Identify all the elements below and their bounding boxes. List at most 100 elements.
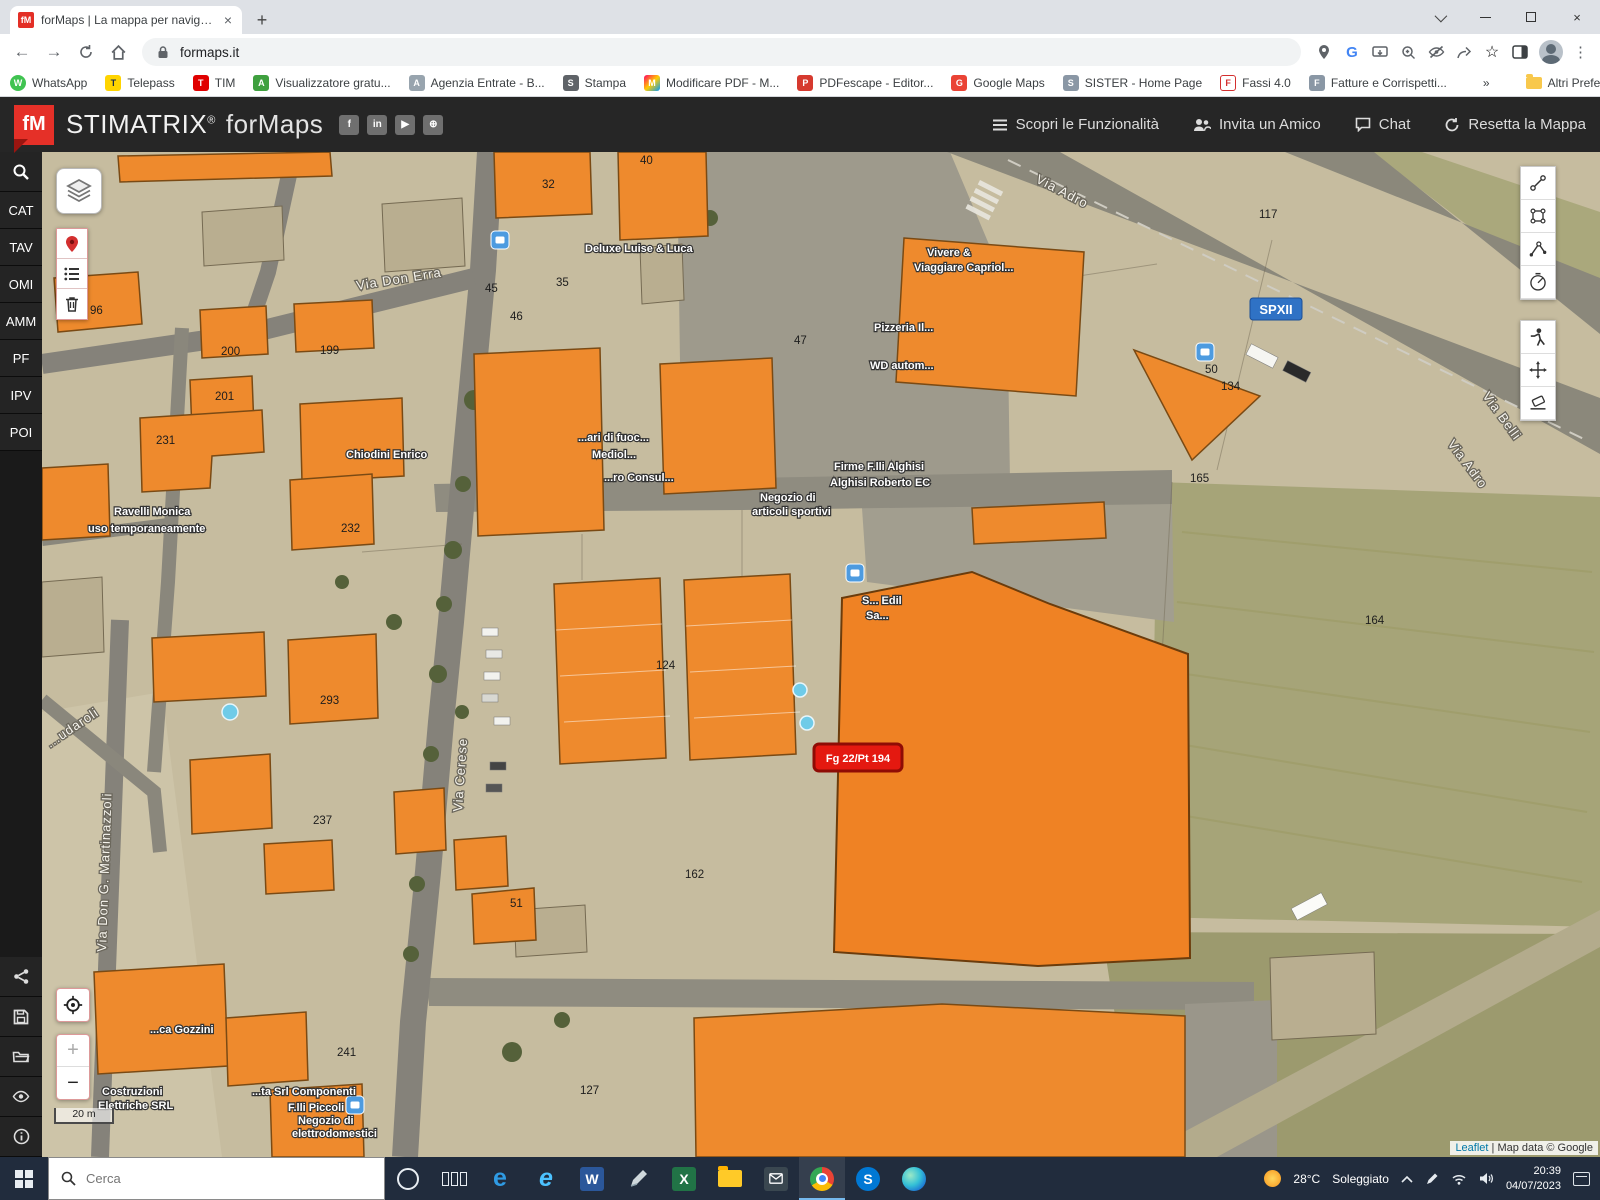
bookmark-modificare-pdf[interactable]: MModificare PDF - M... — [644, 75, 779, 91]
sidebar-item-amm[interactable]: AMM — [0, 303, 42, 340]
open-folder-button[interactable] — [0, 1037, 42, 1077]
taskbar-search[interactable] — [48, 1157, 385, 1200]
streetview-button[interactable] — [1521, 321, 1555, 354]
close-button[interactable]: × — [1554, 0, 1600, 34]
bookmark-visualizzatore[interactable]: AVisualizzatore gratu... — [253, 75, 390, 91]
excel-button[interactable]: X — [661, 1157, 707, 1200]
bookmark-google-maps[interactable]: GGoogle Maps — [951, 75, 1044, 91]
tray-pen-icon[interactable] — [1425, 1172, 1439, 1186]
bookmark-agenzia-entrate[interactable]: AAgenzia Entrate - B... — [409, 75, 545, 91]
map-canvas[interactable]: SPXII Fg 22/Pt 194 Via Don Erra Via Cere… — [42, 152, 1600, 1157]
invite-friend-button[interactable]: Invita un Amico — [1193, 116, 1321, 133]
add-marker-button[interactable] — [57, 229, 87, 259]
forward-button[interactable]: → — [40, 38, 68, 66]
network-icon[interactable] — [1451, 1173, 1467, 1185]
bookmark-fatture[interactable]: FFatture e Corrispetti... — [1309, 75, 1447, 91]
svg-text:Deluxe Luise & Luca: Deluxe Luise & Luca — [585, 243, 693, 255]
measure-angle-button[interactable] — [1521, 233, 1555, 266]
chrome-button[interactable] — [799, 1157, 845, 1200]
visibility-eye-button[interactable] — [0, 1077, 42, 1117]
clock[interactable]: 20:39 04/07/2023 — [1506, 1164, 1561, 1194]
eraser-button[interactable] — [1521, 387, 1555, 420]
sidebar-item-ipv[interactable]: IPV — [0, 377, 42, 414]
info-button[interactable] — [0, 1117, 42, 1157]
website-globe-icon[interactable]: ⊕ — [423, 115, 443, 135]
zoom-out-button[interactable]: − — [57, 1067, 89, 1099]
bookmark-pdfescape[interactable]: PPDFescape - Editor... — [797, 75, 933, 91]
pan-button[interactable] — [1521, 354, 1555, 387]
share-map-button[interactable] — [0, 957, 42, 997]
task-view-button[interactable] — [431, 1157, 477, 1200]
measure-radius-button[interactable] — [1521, 266, 1555, 299]
sidebar-item-omi[interactable]: OMI — [0, 266, 42, 303]
selected-parcel-label[interactable]: Fg 22/Pt 194 — [814, 744, 902, 771]
leaflet-link[interactable]: Leaflet — [1455, 1142, 1488, 1154]
measure-area-button[interactable] — [1521, 200, 1555, 233]
zoom-in-button[interactable]: + — [57, 1035, 89, 1067]
search-button[interactable] — [0, 152, 42, 192]
bookmark-tim[interactable]: TTIM — [193, 75, 236, 91]
bookmarks-overflow[interactable]: » — [1483, 76, 1490, 90]
browser-menu-icon[interactable]: ⋮ — [1573, 43, 1588, 61]
minimize-button[interactable] — [1462, 0, 1508, 34]
zoom-icon[interactable] — [1399, 43, 1417, 61]
other-favorites[interactable]: Altri Preferiti — [1526, 76, 1600, 90]
sidebar-item-pf[interactable]: PF — [0, 340, 42, 377]
facebook-icon[interactable]: f — [339, 115, 359, 135]
locate-button[interactable] — [56, 988, 90, 1022]
bookmark-stampa[interactable]: SStampa — [563, 75, 626, 91]
bookmark-whatsapp[interactable]: WWhatsApp — [10, 75, 87, 91]
start-button[interactable] — [0, 1157, 48, 1200]
refresh-button[interactable] — [72, 38, 100, 66]
measure-distance-button[interactable] — [1521, 167, 1555, 200]
volume-icon[interactable] — [1479, 1172, 1494, 1185]
bookmark-fassi[interactable]: FFassi 4.0 — [1220, 75, 1291, 91]
side-panel-icon[interactable] — [1511, 43, 1529, 61]
save-map-button[interactable] — [0, 997, 42, 1037]
edge-new-button[interactable] — [891, 1157, 937, 1200]
file-explorer-button[interactable] — [707, 1157, 753, 1200]
discover-features-button[interactable]: Scopri le Funzionalità — [992, 116, 1159, 133]
new-tab-button[interactable]: + — [248, 6, 276, 34]
formaps-logo[interactable]: fM — [14, 105, 54, 145]
list-button[interactable] — [57, 259, 87, 289]
restore-button[interactable] — [1508, 0, 1554, 34]
cortana-button[interactable] — [385, 1157, 431, 1200]
skype-button[interactable]: S — [845, 1157, 891, 1200]
youtube-icon[interactable]: ▶ — [395, 115, 415, 135]
back-button[interactable]: ← — [8, 38, 36, 66]
weather-temp[interactable]: 28°C — [1293, 1172, 1320, 1186]
bookmark-telepass[interactable]: TTelepass — [105, 75, 174, 91]
browser-tab[interactable]: fM forMaps | La mappa per navigar... × — [10, 6, 242, 34]
word-button[interactable]: W — [569, 1157, 615, 1200]
sidebar-item-tav[interactable]: TAV — [0, 229, 42, 266]
internet-explorer-button[interactable]: e — [523, 1157, 569, 1200]
action-center-icon[interactable] — [1573, 1172, 1590, 1186]
hide-eye-icon[interactable] — [1427, 43, 1445, 61]
bookmark-sister[interactable]: SSISTER - Home Page — [1063, 75, 1202, 91]
layers-button[interactable] — [56, 168, 102, 214]
sidebar-item-poi[interactable]: POI — [0, 414, 42, 451]
weather-desc[interactable]: Soleggiato — [1332, 1172, 1389, 1186]
tab-search-chevron-icon[interactable] — [1416, 0, 1462, 34]
taskbar-search-input[interactable] — [86, 1171, 326, 1186]
linkedin-icon[interactable]: in — [367, 115, 387, 135]
reset-map-button[interactable]: Resetta la Mappa — [1444, 116, 1586, 133]
share-icon[interactable] — [1455, 43, 1473, 61]
pen-app-button[interactable] — [615, 1157, 661, 1200]
delete-button[interactable] — [57, 289, 87, 319]
tab-close-icon[interactable]: × — [222, 11, 234, 29]
google-icon[interactable]: G — [1343, 43, 1361, 61]
edge-button[interactable]: e — [477, 1157, 523, 1200]
location-icon[interactable] — [1315, 43, 1333, 61]
tab-strip: fM forMaps | La mappa per navigar... × +… — [0, 0, 1600, 34]
install-icon[interactable] — [1371, 43, 1389, 61]
bookmark-star-icon[interactable]: ☆ — [1483, 43, 1501, 61]
sidebar-item-cat[interactable]: CAT — [0, 192, 42, 229]
mail-button[interactable] — [753, 1157, 799, 1200]
address-bar[interactable]: formaps.it — [142, 38, 1301, 66]
profile-avatar[interactable] — [1539, 40, 1563, 64]
chat-button[interactable]: Chat — [1355, 116, 1411, 133]
tray-chevron-icon[interactable] — [1401, 1175, 1413, 1183]
home-button[interactable] — [104, 38, 132, 66]
